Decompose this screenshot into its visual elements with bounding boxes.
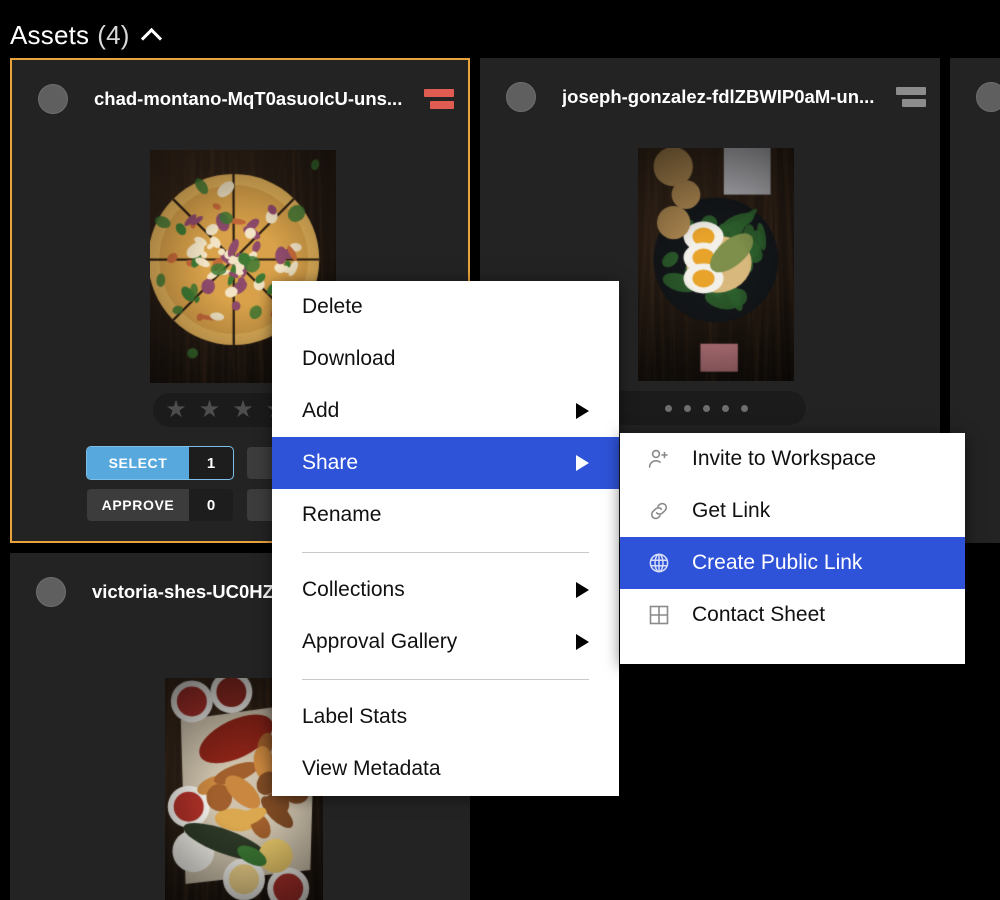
share-submenu-item-label: Create Public Link xyxy=(692,551,863,574)
menu-separator xyxy=(302,552,589,553)
page-title: Assets xyxy=(10,20,90,50)
context-menu-item-label: Download xyxy=(302,347,396,370)
share-submenu-item-label: Get Link xyxy=(692,499,771,522)
carousel-dots[interactable] xyxy=(606,391,806,425)
share-submenu-item-label: Invite to Workspace xyxy=(692,447,877,470)
person-add-icon xyxy=(646,446,672,472)
context-menu-item-download[interactable]: Download xyxy=(272,333,619,385)
star-icon[interactable]: ★ xyxy=(199,398,221,422)
asset-card-header xyxy=(950,58,1000,136)
avatar[interactable] xyxy=(38,84,68,114)
assets-section-header[interactable]: Assets (4) xyxy=(10,20,162,51)
caret-right-icon xyxy=(576,455,589,471)
label-bars-icon[interactable] xyxy=(896,86,926,108)
context-menu[interactable]: Delete Download Add Share Rename Collections A… xyxy=(272,281,619,796)
share-submenu-item-create-public-link[interactable]: Create Public Link xyxy=(620,537,965,589)
chevron-up-icon[interactable] xyxy=(140,27,162,50)
grid-table-icon xyxy=(646,602,672,628)
asset-card-title: joseph-gonzalez-fdlZBWIP0aM-un... xyxy=(562,86,875,107)
share-submenu-item-invite-to-workspace[interactable]: Invite to Workspace xyxy=(620,433,965,485)
context-menu-item-label: Collections xyxy=(302,578,405,601)
assets-count: (4) xyxy=(97,20,130,50)
context-menu-item-view-metadata[interactable]: View Metadata xyxy=(272,743,619,795)
link-icon xyxy=(646,498,672,524)
share-submenu-item-label: Contact Sheet xyxy=(692,603,826,626)
share-submenu[interactable]: Invite to Workspace Get Link Create Public… xyxy=(620,433,965,664)
context-menu-item-label: Label Stats xyxy=(302,705,408,728)
asset-thumbnail[interactable] xyxy=(638,148,794,381)
star-icon[interactable]: ★ xyxy=(232,398,254,422)
select-label-count: 1 xyxy=(189,447,233,479)
context-menu-item-label: Delete xyxy=(302,295,363,318)
asset-card-header: chad-montano-MqT0asuoIcU-uns... xyxy=(12,60,468,138)
carousel-dot[interactable] xyxy=(664,404,672,412)
context-menu-item-share[interactable]: Share xyxy=(272,437,619,489)
globe-icon xyxy=(646,550,672,576)
context-menu-item-label: Approval Gallery xyxy=(302,630,458,653)
caret-right-icon xyxy=(576,582,589,598)
select-label-text: SELECT xyxy=(108,455,168,471)
carousel-dot[interactable] xyxy=(683,404,691,412)
asset-card-header: joseph-gonzalez-fdlZBWIP0aM-un... xyxy=(480,58,940,136)
menu-separator xyxy=(302,679,589,680)
app-root: Assets (4) chad-montano-MqT0asuoIcU-uns.… xyxy=(0,0,1000,900)
carousel-dot[interactable] xyxy=(740,404,748,412)
share-submenu-item-get-link[interactable]: Get Link xyxy=(620,485,965,537)
asset-card-title: chad-montano-MqT0asuoIcU-uns... xyxy=(94,88,403,109)
label-bars-icon[interactable] xyxy=(424,88,454,110)
context-menu-item-label: Add xyxy=(302,399,340,422)
avatar[interactable] xyxy=(506,82,536,112)
select-label-chip[interactable]: SELECT 1 xyxy=(86,446,234,480)
context-menu-item-delete[interactable]: Delete xyxy=(272,281,619,333)
approve-label-text: APPROVE xyxy=(101,497,175,513)
context-menu-item-label: Share xyxy=(302,451,359,474)
avatar[interactable] xyxy=(976,82,1000,112)
context-menu-item-label-stats[interactable]: Label Stats xyxy=(272,691,619,743)
context-menu-item-rename[interactable]: Rename xyxy=(272,489,619,541)
context-menu-item-label: Rename xyxy=(302,503,382,526)
approve-label-chip[interactable]: APPROVE 0 xyxy=(87,489,233,521)
carousel-dot[interactable] xyxy=(702,404,710,412)
caret-right-icon xyxy=(576,403,589,419)
context-menu-item-approval-gallery[interactable]: Approval Gallery xyxy=(272,616,619,668)
context-menu-item-add[interactable]: Add xyxy=(272,385,619,437)
star-icon[interactable]: ★ xyxy=(165,398,187,422)
share-submenu-item-contact-sheet[interactable]: Contact Sheet xyxy=(620,589,965,641)
avatar[interactable] xyxy=(36,577,66,607)
context-menu-item-label: View Metadata xyxy=(302,757,441,780)
carousel-dot[interactable] xyxy=(721,404,729,412)
approve-label-count: 0 xyxy=(189,489,233,521)
context-menu-item-collections[interactable]: Collections xyxy=(272,564,619,616)
caret-right-icon xyxy=(576,634,589,650)
